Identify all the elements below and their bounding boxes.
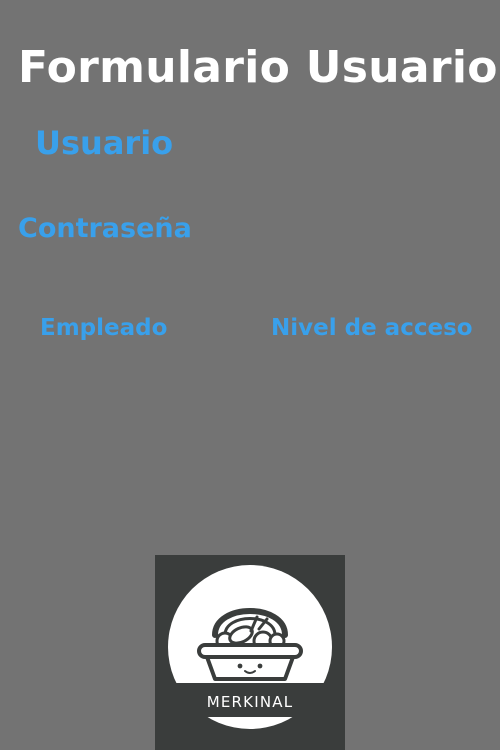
access-level-label: Nivel de acceso	[271, 315, 473, 341]
merkinal-logo: MERKINAL	[155, 555, 345, 750]
page-title: Formulario Usuario	[18, 42, 498, 93]
user-label: Usuario	[35, 124, 174, 162]
logo-text: MERKINAL	[207, 693, 294, 711]
basket-icon: MERKINAL	[155, 565, 345, 729]
employee-label: Empleado	[40, 315, 168, 341]
password-label: Contraseña	[18, 213, 192, 244]
